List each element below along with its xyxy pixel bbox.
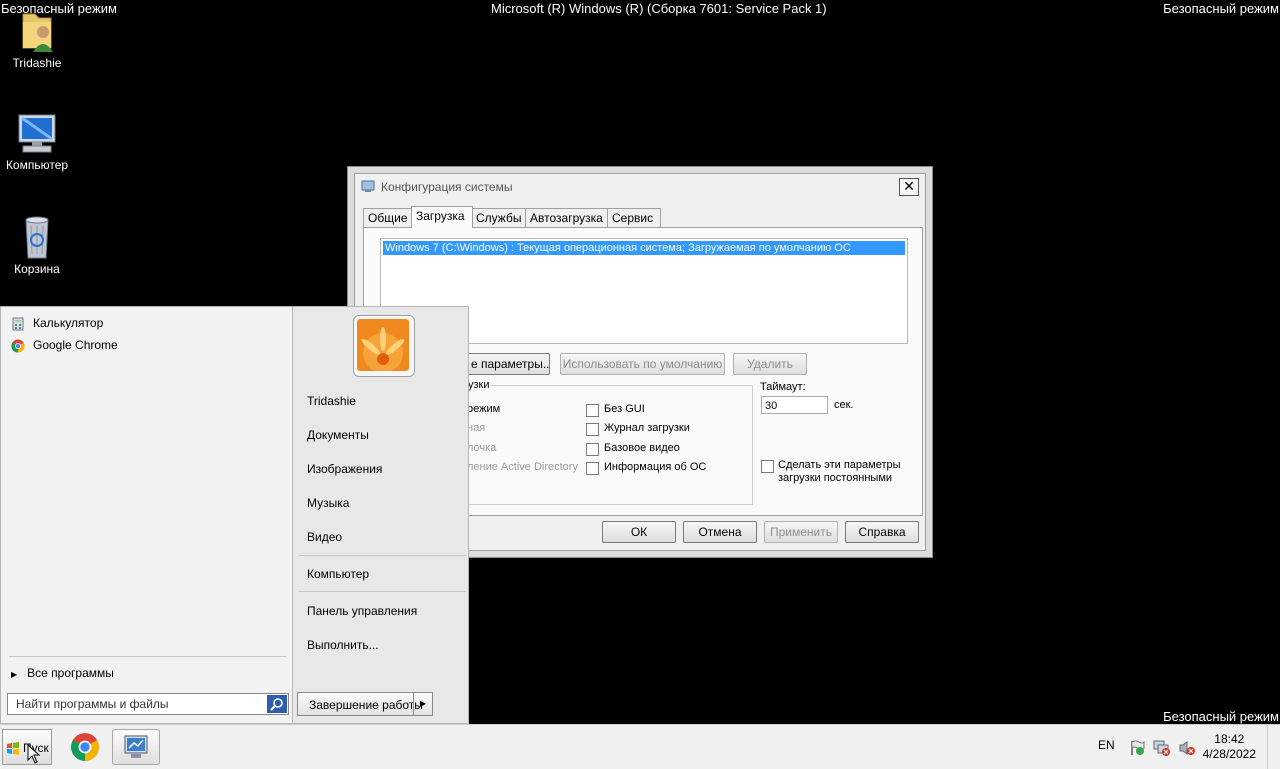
desktop-icon-label: Tridashie — [12, 56, 62, 70]
program-label: Калькулятор — [33, 316, 104, 330]
advanced-options-label: е параметры... — [471, 357, 550, 371]
taskbar-chrome[interactable] — [64, 729, 108, 765]
search-box[interactable]: Найти программы и файлы — [7, 693, 289, 715]
msconfig-icon — [124, 735, 148, 758]
tab-startup[interactable]: Автозагрузка — [525, 208, 611, 227]
places-run[interactable]: Выполнить... — [307, 638, 379, 652]
places-music[interactable]: Музыка — [307, 496, 349, 510]
apply-button[interactable]: Применить — [764, 521, 838, 543]
clock-date: 4/28/2022 — [1202, 747, 1256, 761]
start-menu-programs-pane: Калькулятор Google Chrome ▶ Все программы… — [1, 307, 292, 723]
option-minimal[interactable]: ная — [467, 422, 485, 434]
option-active-directory-repair[interactable]: ление Active Directory — [467, 461, 578, 473]
places-documents[interactable]: Документы — [307, 428, 369, 442]
recycle-bin-icon — [25, 216, 49, 259]
tab-boot[interactable]: Загрузка — [411, 206, 473, 228]
cancel-button[interactable]: Отмена — [683, 521, 757, 543]
search-button[interactable] — [267, 695, 287, 713]
taskbar-msconfig[interactable] — [112, 729, 160, 765]
set-default-button[interactable]: Использовать по умолчанию — [560, 353, 725, 375]
places-computer[interactable]: Компьютер — [307, 567, 369, 581]
desktop-icon-computer[interactable]: Компьютер — [0, 112, 74, 172]
help-button[interactable]: Справка — [845, 521, 919, 543]
tab-tools[interactable]: Сервис — [607, 208, 661, 227]
tab-services[interactable]: Службы — [471, 208, 529, 227]
shutdown-label: Завершение работы — [309, 698, 423, 712]
computer-icon — [18, 114, 56, 153]
places-pictures[interactable]: Изображения — [307, 462, 382, 476]
clock[interactable]: 18:42 4/28/2022 — [1203, 732, 1256, 762]
make-permanent-checkbox[interactable] — [761, 460, 774, 473]
program-google-chrome[interactable]: Google Chrome — [11, 335, 118, 355]
show-desktop-button[interactable] — [1267, 725, 1280, 769]
ok-button[interactable]: ОК — [602, 521, 676, 543]
clock-time: 18:42 — [1214, 732, 1245, 746]
boot-log-label: Журнал загрузки — [604, 422, 690, 434]
base-video-checkbox[interactable] — [586, 443, 599, 456]
shutdown-button[interactable]: Завершение работы ▶ — [297, 692, 433, 716]
places-user[interactable]: Tridashie — [307, 394, 356, 408]
taskbar: Пуск EN 18:42 4/28/2022 — [0, 724, 1280, 769]
timeout-unit: сек. — [834, 399, 854, 411]
shutdown-options-arrow-icon[interactable]: ▶ — [413, 693, 432, 715]
search-input[interactable]: Найти программы и файлы — [16, 697, 169, 711]
mouse-cursor-icon — [27, 744, 41, 764]
calculator-icon — [12, 317, 24, 331]
flower-avatar-icon — [357, 319, 409, 371]
os-boot-info-label: Информация об ОС — [604, 461, 707, 473]
option-safe-mode[interactable]: режим — [467, 403, 500, 415]
os-boot-info-checkbox[interactable] — [586, 462, 599, 475]
user-folder-icon — [22, 13, 53, 52]
delete-button[interactable]: Удалить — [733, 353, 807, 375]
action-center-flag-icon[interactable] — [1128, 739, 1146, 757]
start-menu-places-pane: Tridashie Документы Изображения Музыка В… — [293, 307, 468, 723]
os-build-label: Microsoft (R) Windows (R) (Сборка 7601: … — [491, 1, 827, 16]
network-disconnected-icon[interactable] — [1152, 739, 1172, 757]
chrome-icon — [71, 733, 99, 761]
places-control-panel[interactable]: Панель управления — [307, 604, 417, 618]
program-label: Google Chrome — [33, 338, 118, 352]
separator — [299, 591, 466, 592]
dialog-title: Конфигурация системы — [381, 180, 513, 194]
desktop-icon-recycle-bin[interactable]: Корзина — [0, 214, 74, 276]
desktop-icon-label: Компьютер — [5, 158, 69, 172]
option-alternate-shell[interactable]: лочка — [467, 442, 496, 454]
close-icon: ✕ — [903, 178, 915, 194]
tab-general[interactable]: Общие — [363, 208, 413, 227]
no-gui-label: Без GUI — [604, 403, 645, 415]
close-button[interactable]: ✕ — [899, 178, 919, 196]
program-calculator[interactable]: Калькулятор — [11, 313, 103, 333]
desktop-icon-user-folder[interactable]: Tridashie — [0, 8, 74, 70]
dialog-titlebar[interactable]: Конфигурация системы ✕ — [355, 174, 925, 200]
timeout-label: Таймаут: — [760, 381, 806, 393]
timeout-input[interactable]: 30 — [761, 396, 828, 414]
user-avatar[interactable] — [353, 315, 415, 377]
boot-log-checkbox[interactable] — [586, 423, 599, 436]
safe-mode-label-top-right: Безопасный режим — [1163, 1, 1279, 16]
safe-mode-label-bottom-right: Безопасный режим — [1163, 709, 1279, 724]
separator — [299, 555, 466, 556]
base-video-label: Базовое видео — [604, 442, 680, 454]
all-programs-label: Все программы — [27, 666, 114, 680]
windows-logo-icon — [7, 742, 19, 755]
places-video[interactable]: Видео — [307, 530, 342, 544]
volume-muted-icon[interactable] — [1178, 739, 1196, 757]
desktop-icon-label: Корзина — [14, 262, 60, 276]
msconfig-icon — [361, 180, 375, 192]
make-permanent-label: Сделать эти параметры загрузки постоянны… — [778, 459, 901, 484]
boot-options-group-label: узки — [467, 379, 491, 391]
search-icon — [270, 698, 283, 711]
os-list-item[interactable]: Windows 7 (C:\Windows) : Текущая операци… — [383, 241, 905, 255]
no-gui-checkbox[interactable] — [586, 404, 599, 417]
all-programs-button[interactable]: ▶ Все программы — [11, 663, 114, 683]
start-menu: Калькулятор Google Chrome ▶ Все программы… — [0, 306, 469, 724]
separator — [9, 656, 286, 657]
arrow-right-icon: ▶ — [11, 670, 18, 679]
language-indicator[interactable]: EN — [1098, 738, 1115, 752]
chrome-icon — [11, 339, 25, 353]
